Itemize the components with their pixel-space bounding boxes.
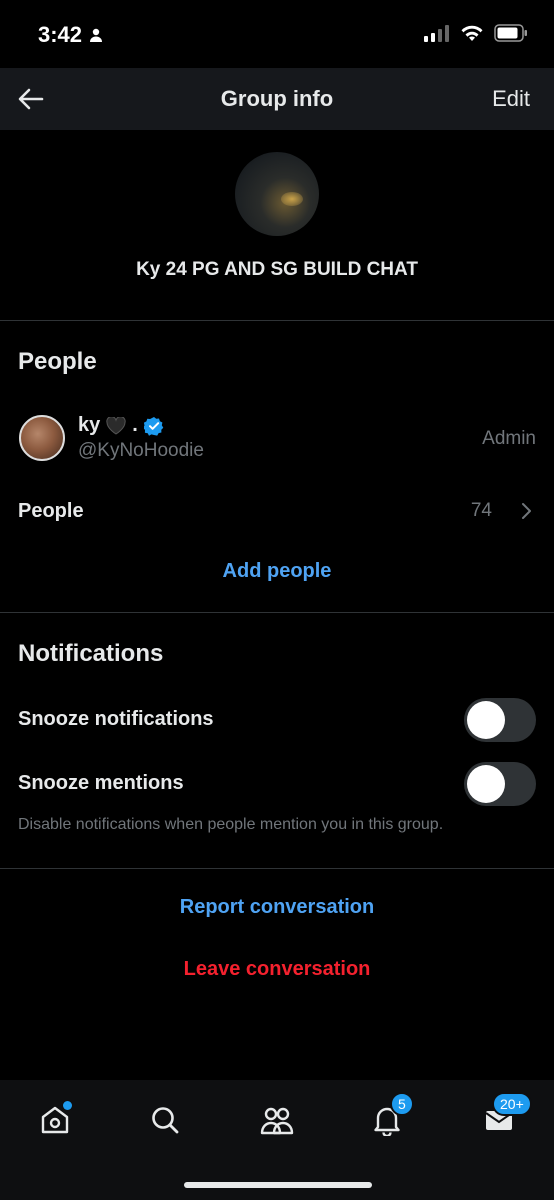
snooze-notifications-label: Snooze notifications — [18, 708, 214, 730]
status-indicators — [424, 24, 528, 42]
chevron-right-icon — [522, 503, 531, 519]
signal-icon — [424, 25, 449, 42]
notifications-section-title: Notifications — [18, 640, 164, 667]
battery-icon — [494, 24, 527, 42]
people-section-title: People — [18, 348, 97, 375]
tab-communities[interactable] — [252, 1098, 302, 1142]
communities-icon — [260, 1107, 294, 1135]
report-conversation-button[interactable]: Report conversation — [0, 896, 554, 919]
person-icon — [90, 28, 103, 42]
header: Group info Edit — [0, 68, 554, 130]
snooze-mentions-label: Snooze mentions — [18, 772, 184, 794]
member-name[interactable]: ky . — [78, 414, 164, 437]
edit-button[interactable]: Edit — [492, 86, 530, 112]
member-handle: @KyNoHoodie — [78, 440, 204, 461]
avatar[interactable] — [19, 415, 65, 461]
tab-messages[interactable]: 20+ — [474, 1092, 532, 1142]
member-name-suffix: . — [132, 414, 138, 436]
divider — [0, 868, 554, 869]
verified-badge-icon — [143, 416, 164, 436]
tab-notifications[interactable]: 5 — [362, 1092, 414, 1142]
home-indicator — [184, 1182, 372, 1188]
snooze-mentions-hint: Disable notifications when people mentio… — [18, 816, 444, 833]
tab-search[interactable] — [140, 1098, 190, 1142]
home-unread-dot — [63, 1101, 72, 1110]
status-time: 3:42 — [38, 22, 104, 48]
people-row-label: People — [18, 500, 84, 522]
leave-conversation-button[interactable]: Leave conversation — [0, 958, 554, 981]
divider — [0, 612, 554, 613]
page-title: Group info — [220, 86, 334, 111]
messages-badge: 20+ — [492, 1092, 532, 1116]
divider — [0, 320, 554, 321]
notifications-badge: 5 — [390, 1092, 414, 1116]
status-bar: 3:42 — [0, 0, 554, 68]
member-role: Admin — [482, 428, 536, 449]
search-icon — [152, 1107, 179, 1134]
people-row[interactable]: People 74 — [0, 490, 554, 532]
tab-bar: 5 20+ — [0, 1080, 554, 1200]
group-avatar[interactable] — [235, 152, 319, 236]
tab-home[interactable] — [30, 1098, 80, 1142]
add-people-button[interactable]: Add people — [0, 560, 554, 583]
clock: 3:42 — [38, 22, 83, 47]
people-count: 74 — [470, 500, 492, 521]
snooze-notifications-toggle[interactable] — [464, 698, 536, 742]
member-display-name: ky — [78, 414, 101, 436]
snooze-mentions-toggle[interactable] — [464, 762, 536, 806]
wifi-icon — [461, 25, 483, 41]
group-name: Ky 24 PG AND SG BUILD CHAT — [136, 259, 418, 280]
black-heart-icon — [106, 416, 126, 435]
